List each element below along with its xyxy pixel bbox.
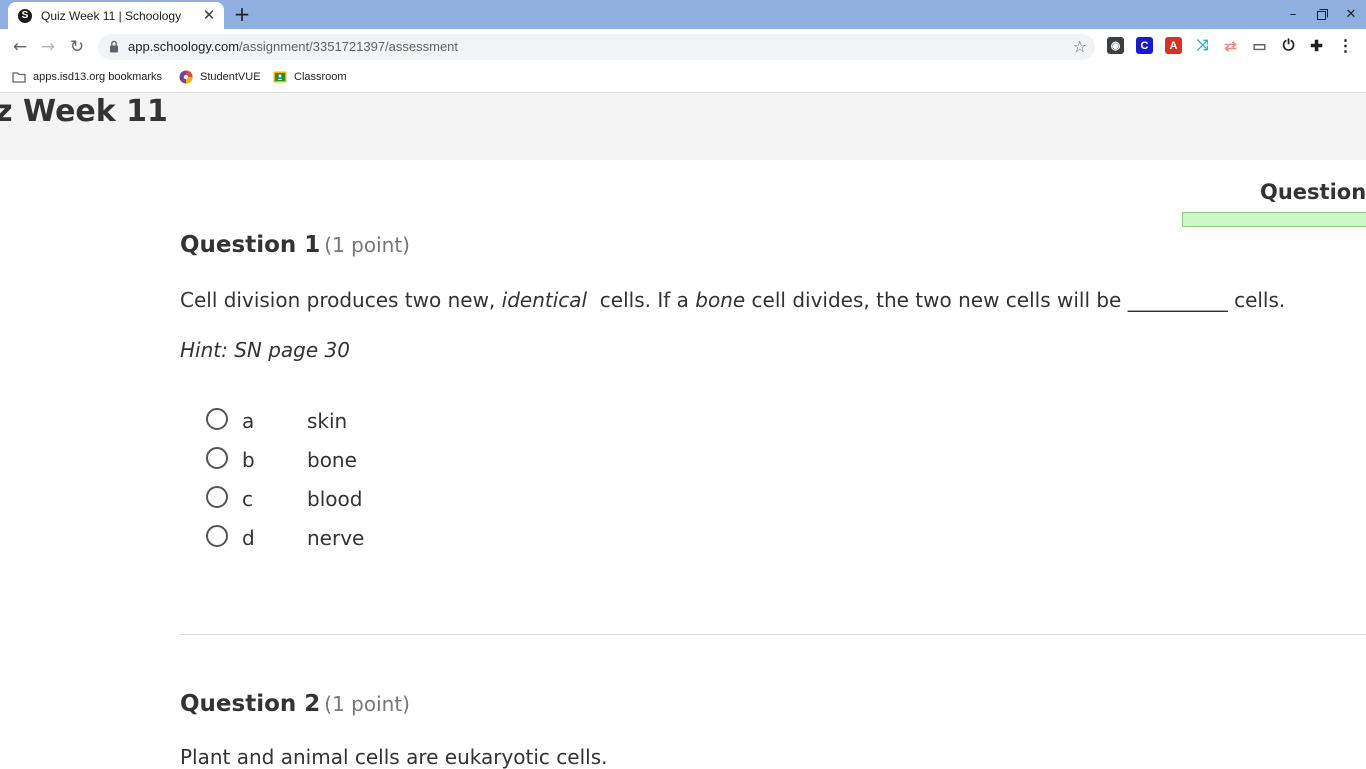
choice-letter: b [242, 448, 255, 472]
bookmark-label: StudentVUE [200, 71, 261, 83]
choice-text: blood [307, 487, 363, 511]
question-text-emphasis: identical [501, 288, 588, 312]
bookmark-label: apps.isd13.org bookmarks [33, 71, 163, 83]
power-icon[interactable]: ⏻ [1280, 37, 1297, 54]
page-title: Quiz Week 11 [0, 94, 168, 129]
window-close-icon[interactable]: ✕ [1342, 5, 1360, 23]
back-arrow-icon[interactable]: ← [9, 36, 31, 58]
question-points: (1 point) [324, 233, 410, 257]
red-extension-icon[interactable]: A [1165, 37, 1182, 54]
pink-extension-icon[interactable]: ⇄ [1222, 37, 1239, 55]
radio-button[interactable] [206, 525, 228, 547]
browser-toolbar: ← → ↻ app.schoology.com/assignment/33517… [0, 29, 1366, 64]
questions-label: Questions [1260, 180, 1366, 204]
minimize-icon[interactable]: – [1284, 5, 1302, 23]
question-text: Cell division produces two new, identica… [180, 288, 1285, 312]
questions-progress-bar [1182, 212, 1366, 227]
choice-d[interactable]: d nerve [206, 525, 506, 555]
bookmark-label: Classroom [294, 71, 347, 83]
choice-letter: d [242, 526, 255, 550]
question-heading: Question 1 (1 point) [180, 232, 1366, 258]
star-icon[interactable]: ☆ [1073, 37, 1087, 56]
forward-arrow-icon[interactable]: → [37, 36, 59, 58]
bookmarks-bar: apps.isd13.org bookmarks StudentVUE Clas… [0, 64, 1366, 93]
tab-strip: S Quiz Week 11 | Schoology ✕ + – ✕ [0, 0, 1366, 29]
url-host: app.schoology.com [128, 39, 240, 54]
choice-b[interactable]: b bone [206, 447, 506, 477]
question-text-part: Cell division produces two new, [180, 288, 502, 312]
question-text: Plant and animal cells are eukaryotic ce… [180, 745, 608, 769]
question-heading: Question 2 (1 point) [180, 691, 1366, 717]
question-number: Question 2 [180, 691, 321, 717]
question-text-part: cells. If a [587, 288, 696, 312]
tab-title: Quiz Week 11 | Schoology [41, 8, 182, 23]
tab-quiz[interactable]: S Quiz Week 11 | Schoology ✕ [8, 2, 224, 29]
question-hint: Hint: SN page 30 [180, 338, 350, 362]
question-1: Question 1 (1 point) Cell division produc… [180, 232, 1366, 572]
radio-button[interactable] [206, 447, 228, 469]
classroom-icon [273, 71, 287, 83]
choice-c[interactable]: c blood [206, 486, 506, 516]
camera-extension-icon[interactable]: ◉ [1107, 37, 1124, 54]
puzzle-icon[interactable]: ✚ [1308, 37, 1325, 55]
menu-icon[interactable]: ⋮ [1337, 37, 1354, 55]
bookmark-apps-folder[interactable]: apps.isd13.org bookmarks [12, 70, 162, 84]
url-path: /assignment/3351721397/assessment [239, 39, 459, 54]
restore-icon[interactable] [1313, 5, 1331, 23]
page-header: Quiz Week 11 [0, 93, 1366, 160]
folder-icon [12, 72, 26, 83]
lock-icon [110, 40, 118, 53]
cyan-extension-icon[interactable]: ⤨ [1194, 37, 1211, 54]
plus-icon[interactable]: + [232, 4, 252, 24]
question-2: Question 2 (1 point) Plant and animal cel… [180, 691, 1366, 769]
address-bar[interactable]: app.schoology.com/assignment/3351721397/… [98, 34, 1095, 60]
choice-text: skin [307, 409, 348, 433]
cast-extension-icon[interactable]: ▭ [1251, 37, 1268, 55]
choice-letter: a [242, 409, 255, 433]
choice-text: nerve [307, 526, 365, 550]
question-text-part: cell divides, the two new cells will be … [745, 288, 1286, 312]
radio-button[interactable] [206, 408, 228, 430]
schoology-favicon-icon: S [18, 8, 32, 23]
choice-letter: c [242, 487, 253, 511]
c-extension-icon[interactable]: C [1136, 37, 1153, 54]
question-divider [180, 634, 1366, 635]
studentvue-icon [179, 70, 193, 84]
close-icon[interactable]: ✕ [200, 6, 218, 24]
bookmark-classroom[interactable]: Classroom [273, 70, 347, 84]
question-number: Question 1 [180, 232, 321, 258]
radio-button[interactable] [206, 486, 228, 508]
choice-text: bone [307, 448, 357, 472]
bookmark-studentvue[interactable]: StudentVUE [179, 70, 261, 84]
page-title-visible: ek 11 [75, 94, 168, 129]
question-text-emphasis: bone [695, 288, 746, 312]
url-text[interactable]: app.schoology.com/assignment/3351721397/… [128, 39, 458, 54]
choice-a[interactable]: a skin [206, 408, 506, 438]
reload-icon[interactable]: ↻ [66, 36, 88, 58]
question-points: (1 point) [324, 692, 410, 716]
